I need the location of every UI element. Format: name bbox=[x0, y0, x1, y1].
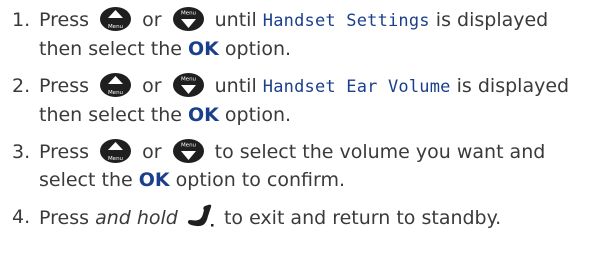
up-menu-key-icon: Menu bbox=[99, 138, 132, 164]
instruction-list: 1. Press Menu or Menu until Handset Sett… bbox=[12, 6, 590, 241]
step-4: 4. Press and hold to exit and return to … bbox=[12, 203, 590, 232]
svg-text:Menu: Menu bbox=[181, 77, 196, 83]
step-2: 2. Press Menu or Menu until Handset Ear … bbox=[12, 72, 590, 129]
step-number: 3. bbox=[12, 141, 31, 163]
svg-text:Menu: Menu bbox=[181, 143, 196, 149]
ok-option: OK bbox=[187, 38, 219, 60]
down-menu-key-icon: Menu bbox=[172, 138, 205, 164]
step-number: 4. bbox=[12, 206, 31, 228]
svg-text:Menu: Menu bbox=[181, 11, 196, 17]
down-menu-key-icon: Menu bbox=[172, 6, 205, 32]
end-call-key-icon bbox=[186, 203, 216, 229]
step-3: 3. Press Menu or Menu to select the volu… bbox=[12, 138, 590, 194]
ok-option: OK bbox=[138, 169, 170, 191]
step-number: 2. bbox=[12, 75, 31, 97]
up-menu-key-icon: Menu bbox=[99, 6, 132, 32]
svg-text:Menu: Menu bbox=[108, 24, 123, 30]
step-text: Press Menu or Menu until Handset Setting… bbox=[39, 6, 590, 63]
display-text: Handset Ear Volume bbox=[262, 77, 451, 97]
up-menu-key-icon: Menu bbox=[99, 72, 132, 98]
step-1: 1. Press Menu or Menu until Handset Sett… bbox=[12, 6, 590, 63]
ok-option: OK bbox=[187, 104, 219, 126]
step-text: Press and hold to exit and return to sta… bbox=[39, 203, 590, 232]
step-text: Press Menu or Menu until Handset Ear Vol… bbox=[39, 72, 590, 129]
step-number: 1. bbox=[12, 9, 31, 31]
svg-text:Menu: Menu bbox=[108, 156, 123, 162]
display-text: Handset Settings bbox=[262, 11, 430, 31]
down-menu-key-icon: Menu bbox=[172, 72, 205, 98]
svg-text:Menu: Menu bbox=[108, 90, 123, 96]
step-text: Press Menu or Menu to select the volume … bbox=[39, 138, 590, 194]
